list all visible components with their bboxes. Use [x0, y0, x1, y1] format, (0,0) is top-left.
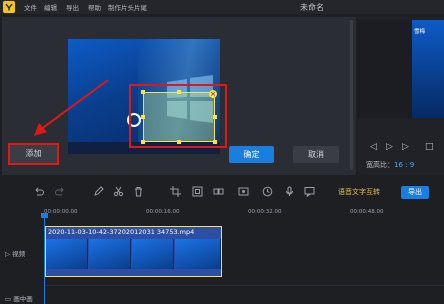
aspect-value: 16 : 9 — [394, 161, 415, 169]
fit-icon[interactable] — [192, 186, 203, 197]
arrow-annotation-icon — [34, 79, 109, 136]
aspect-ratio[interactable]: 宽高比：16 : 9 — [366, 160, 414, 170]
voice-text-convert-button[interactable]: 语音文字互转 — [338, 187, 380, 197]
highlight-frame-crop — [129, 84, 227, 148]
scissors-icon[interactable] — [113, 186, 124, 197]
clip-filename: 2020-11-03-10-42-37202012031 34753.mp4 — [48, 228, 195, 236]
menu-edit[interactable]: 编辑 — [44, 2, 57, 12]
pip-track-icon: ▭ — [5, 295, 12, 303]
highlight-frame-add — [8, 143, 59, 165]
tick-label: 00:00:16.00 — [146, 209, 180, 215]
stop-icon[interactable]: □ — [425, 142, 434, 152]
track-video: ▷ 视频 — [5, 248, 25, 258]
clip-frame — [132, 239, 174, 269]
next-frame-icon[interactable]: ▷ — [402, 142, 409, 152]
track-video-label: 视频 — [12, 250, 26, 258]
aspect-label: 宽高比： — [366, 161, 394, 169]
cancel-button[interactable]: 取消 — [293, 146, 339, 163]
tick-label: 00:00:32.00 — [248, 209, 282, 215]
play-icon[interactable]: ▷ — [386, 142, 393, 152]
freeze-icon[interactable] — [238, 186, 249, 197]
menu-file[interactable]: 文件 — [24, 2, 37, 12]
speech-icon[interactable] — [304, 186, 315, 197]
crop-icon[interactable] — [170, 186, 181, 197]
tick-label: 00:00:00.00 — [44, 209, 78, 215]
trash-icon[interactable] — [133, 186, 144, 197]
track-divider — [45, 285, 444, 286]
clip-frame — [175, 239, 221, 269]
pen-icon[interactable] — [93, 186, 104, 197]
menu-intro-outro[interactable]: 制作片头片尾 — [108, 2, 147, 12]
video-track-icon: ▷ — [5, 250, 10, 258]
export-button[interactable]: 导出 — [401, 186, 429, 199]
playhead[interactable] — [44, 217, 45, 304]
track-pip-label: 画中画 — [13, 295, 33, 303]
timer-icon[interactable] — [262, 186, 273, 197]
menu-export[interactable]: 导出 — [66, 2, 79, 12]
player-preview — [358, 20, 444, 118]
tick-label: 00:00:48.00 — [350, 209, 384, 215]
undo-icon[interactable] — [33, 186, 44, 197]
track-headers — [0, 224, 42, 304]
app-logo-icon — [3, 1, 15, 13]
track-pip: ▭ 画中画 — [5, 293, 33, 303]
confirm-button[interactable]: 确定 — [229, 146, 274, 163]
clip-frame — [89, 239, 131, 269]
redo-icon[interactable] — [55, 186, 66, 197]
clip-frame — [46, 239, 88, 269]
split-icon[interactable] — [213, 186, 224, 197]
mic-icon[interactable] — [284, 186, 295, 197]
scrollbar[interactable] — [350, 20, 353, 170]
prev-frame-icon[interactable]: ◁ — [370, 142, 377, 152]
menu-help[interactable]: 帮助 — [88, 2, 101, 12]
window-title: 未命名 — [300, 3, 324, 12]
player-watermark: 雪梅 — [414, 29, 426, 35]
